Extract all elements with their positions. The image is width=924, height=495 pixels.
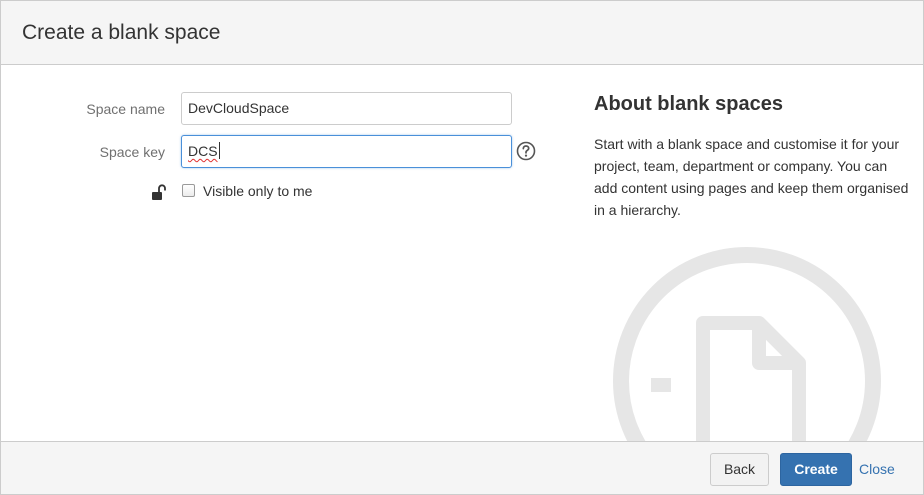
- visibility-label[interactable]: Visible only to me: [203, 182, 312, 200]
- about-title: About blank spaces: [594, 93, 783, 115]
- dialog-header: Create a blank space: [1, 1, 923, 65]
- dialog-title: Create a blank space: [22, 21, 221, 44]
- space-name-label: Space name: [86, 101, 165, 117]
- dialog-footer: Back Create Close: [1, 441, 923, 494]
- create-button[interactable]: Create: [780, 453, 852, 486]
- blank-page-icon: [613, 247, 881, 441]
- space-name-input[interactable]: DevCloudSpace: [181, 92, 512, 125]
- space-key-value: DCS: [188, 143, 218, 159]
- about-text: Start with a blank space and customise i…: [594, 136, 909, 218]
- back-button[interactable]: Back: [710, 453, 769, 486]
- close-link[interactable]: Close: [859, 453, 895, 486]
- dialog-body: Space name DevCloudSpace Space key DCS V…: [1, 65, 923, 441]
- help-icon[interactable]: [516, 141, 536, 161]
- space-name-value: DevCloudSpace: [188, 100, 290, 116]
- unlock-icon: [151, 184, 167, 202]
- space-key-input[interactable]: DCS: [181, 135, 512, 168]
- text-caret: [218, 142, 220, 159]
- create-space-dialog: Create a blank space Space name DevCloud…: [0, 0, 924, 495]
- visibility-checkbox[interactable]: [182, 184, 195, 197]
- space-key-label: Space key: [99, 144, 165, 160]
